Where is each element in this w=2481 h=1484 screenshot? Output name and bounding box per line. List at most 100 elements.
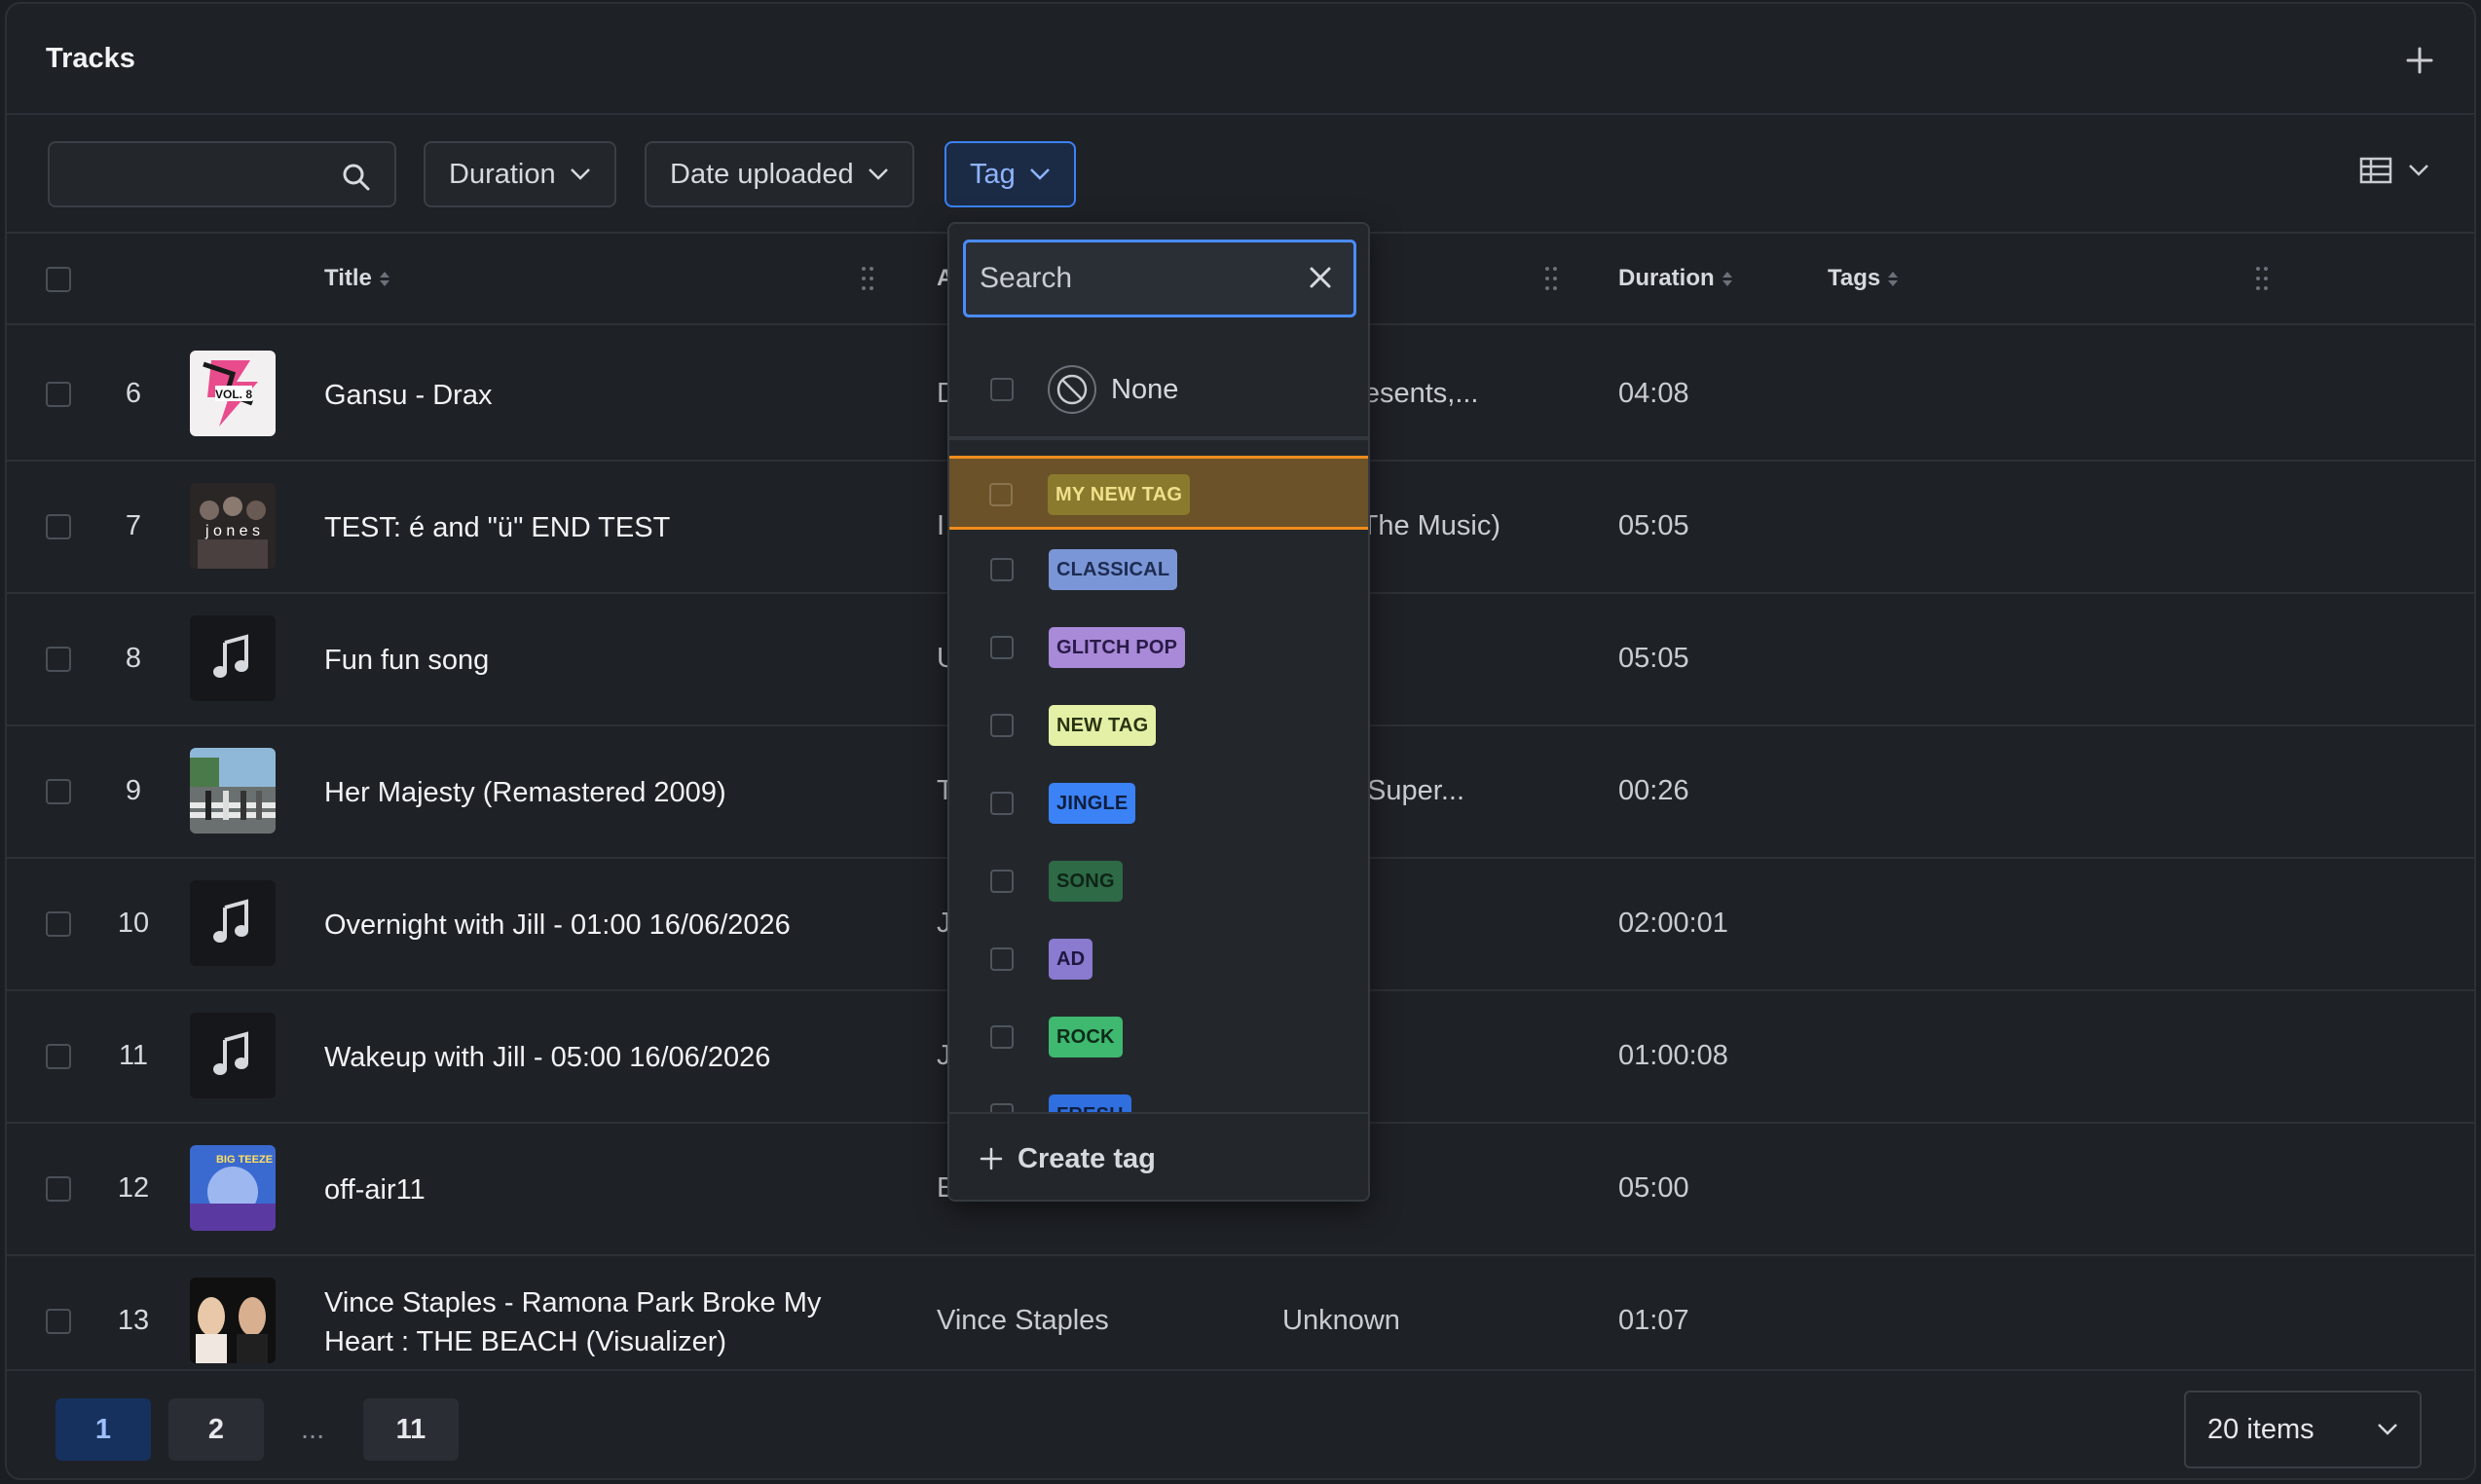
create-tag-button[interactable]: Create tag — [949, 1112, 1368, 1200]
track-title: TEST: é and "ü" END TEST — [324, 512, 671, 543]
select-all-checkbox[interactable] — [46, 267, 71, 292]
tag-option[interactable]: CLASSICAL — [949, 534, 1368, 608]
panel-header: Tracks — [7, 4, 2474, 115]
tag-filter-button[interactable]: Tag — [944, 141, 1076, 207]
sort-icon — [379, 271, 389, 286]
track-title: Overnight with Jill - 01:00 16/06/2026 — [324, 909, 791, 941]
row-checkbox[interactable] — [46, 911, 71, 937]
tag-badge: JINGLE — [1049, 783, 1136, 824]
thumb-text: BIG TEEZE — [216, 1154, 273, 1166]
tag-badge: ROCK — [1049, 1017, 1123, 1057]
tag-option[interactable]: GLITCH POP — [949, 612, 1368, 686]
tag-option-checkbox[interactable] — [990, 792, 1014, 815]
track-duration: 00:26 — [1618, 775, 1689, 806]
tag-option[interactable]: ROCK — [949, 1001, 1368, 1075]
title-column-header[interactable]: Title — [324, 265, 389, 292]
tag-option-checkbox[interactable] — [990, 378, 1014, 401]
tag-option-checkbox[interactable] — [990, 870, 1014, 893]
tag-option[interactable]: NEW TAG — [949, 689, 1368, 763]
track-title: Fun fun song — [324, 645, 490, 676]
track-duration: 02:00:01 — [1618, 908, 1728, 939]
duration-column-label: Duration — [1618, 265, 1715, 291]
chevron-down-icon — [1029, 168, 1050, 180]
search-icon — [343, 164, 370, 191]
chevron-down-icon — [570, 168, 590, 180]
tag-option-checkbox[interactable] — [990, 1025, 1014, 1049]
row-number: 10 — [117, 908, 150, 939]
music-note-icon — [190, 1013, 276, 1098]
track-duration: 01:00:08 — [1618, 1040, 1728, 1071]
sort-icon — [1888, 271, 1899, 286]
row-checkbox[interactable] — [46, 1176, 71, 1202]
row-checkbox[interactable] — [46, 382, 71, 407]
tracks-panel: Tracks Duration Date uploaded Tag Title … — [5, 2, 2476, 1480]
album-art: BIG TEEZE — [190, 1145, 276, 1231]
tag-option-checkbox[interactable] — [990, 947, 1014, 971]
duration-filter-button[interactable]: Duration — [424, 141, 616, 207]
row-checkbox[interactable] — [46, 1044, 71, 1069]
tag-option[interactable]: SONG — [949, 845, 1368, 919]
search-input[interactable] — [48, 141, 396, 207]
duration-column-header[interactable]: Duration — [1618, 265, 1732, 292]
page-button-1[interactable]: 1 — [56, 1398, 151, 1461]
page-button-2[interactable]: 2 — [168, 1398, 264, 1461]
tag-search-placeholder: Search — [980, 262, 1073, 294]
sort-icon — [1722, 271, 1732, 286]
date-uploaded-filter-label: Date uploaded — [670, 158, 854, 190]
tag-filter-label: Tag — [970, 158, 1016, 190]
tags-column-label: Tags — [1828, 265, 1881, 291]
tag-option[interactable]: MY NEW TAG — [949, 456, 1368, 530]
tag-option[interactable]: JINGLE — [949, 767, 1368, 841]
tag-option[interactable]: AD — [949, 923, 1368, 997]
tag-badge: AD — [1049, 939, 1093, 980]
album-art: VOL. 8 — [190, 351, 276, 436]
no-tag-icon — [1048, 365, 1096, 414]
row-checkbox[interactable] — [46, 514, 71, 539]
row-number: 11 — [118, 1040, 149, 1071]
row-checkbox[interactable] — [46, 779, 71, 804]
tag-search-input[interactable]: Search — [963, 240, 1356, 317]
view-toggle-button[interactable] — [2359, 157, 2429, 184]
column-resize-handle[interactable] — [2254, 265, 2270, 292]
tag-badge: SONG — [1049, 861, 1123, 902]
clear-search-icon[interactable] — [1307, 264, 1334, 291]
row-number: 6 — [125, 378, 142, 409]
column-resize-handle[interactable] — [860, 265, 875, 292]
track-title: off-air11 — [324, 1174, 426, 1206]
row-checkbox[interactable] — [46, 1309, 71, 1334]
track-duration: 05:05 — [1618, 643, 1689, 674]
tag-badge: NEW TAG — [1049, 705, 1157, 746]
column-resize-handle[interactable] — [1543, 265, 1559, 292]
none-label: None — [1111, 374, 1179, 405]
track-artist: Vince Staples — [937, 1305, 1109, 1336]
pagination-bar: 1 2 ... 11 20 items — [7, 1369, 2474, 1478]
tag-option-checkbox[interactable] — [989, 483, 1013, 506]
create-tag-label: Create tag — [1018, 1142, 1156, 1174]
tag-badge: MY NEW TAG — [1048, 474, 1191, 515]
tag-option-checkbox[interactable] — [990, 636, 1014, 659]
tag-option-none[interactable]: None — [949, 339, 1368, 440]
tags-column-header[interactable]: Tags — [1828, 265, 1899, 292]
track-duration: 05:00 — [1618, 1172, 1689, 1204]
track-duration: 05:05 — [1618, 510, 1689, 541]
tag-option-checkbox[interactable] — [990, 558, 1014, 581]
row-number: 8 — [125, 643, 142, 674]
duration-filter-label: Duration — [449, 158, 556, 190]
row-number: 7 — [125, 510, 142, 541]
add-track-button[interactable] — [2402, 43, 2437, 78]
pagination-ellipsis: ... — [301, 1414, 325, 1445]
tag-option-checkbox[interactable] — [990, 714, 1014, 737]
album-art — [190, 1278, 276, 1363]
track-artist: I — [937, 510, 945, 541]
chevron-down-icon — [868, 168, 888, 180]
row-number: 12 — [117, 1172, 150, 1204]
tag-badge: GLITCH POP — [1049, 627, 1186, 668]
items-per-page-select[interactable]: 20 items — [2184, 1391, 2422, 1468]
page-button-11[interactable]: 11 — [363, 1398, 459, 1461]
date-uploaded-filter-button[interactable]: Date uploaded — [645, 141, 914, 207]
items-per-page-label: 20 items — [2207, 1413, 2314, 1445]
track-title: Her Majesty (Remastered 2009) — [324, 777, 726, 808]
thumb-text: j o n e s — [204, 523, 260, 539]
track-title: Vince Staples - Ramona Park Broke My Hea… — [324, 1287, 822, 1357]
row-checkbox[interactable] — [46, 647, 71, 672]
